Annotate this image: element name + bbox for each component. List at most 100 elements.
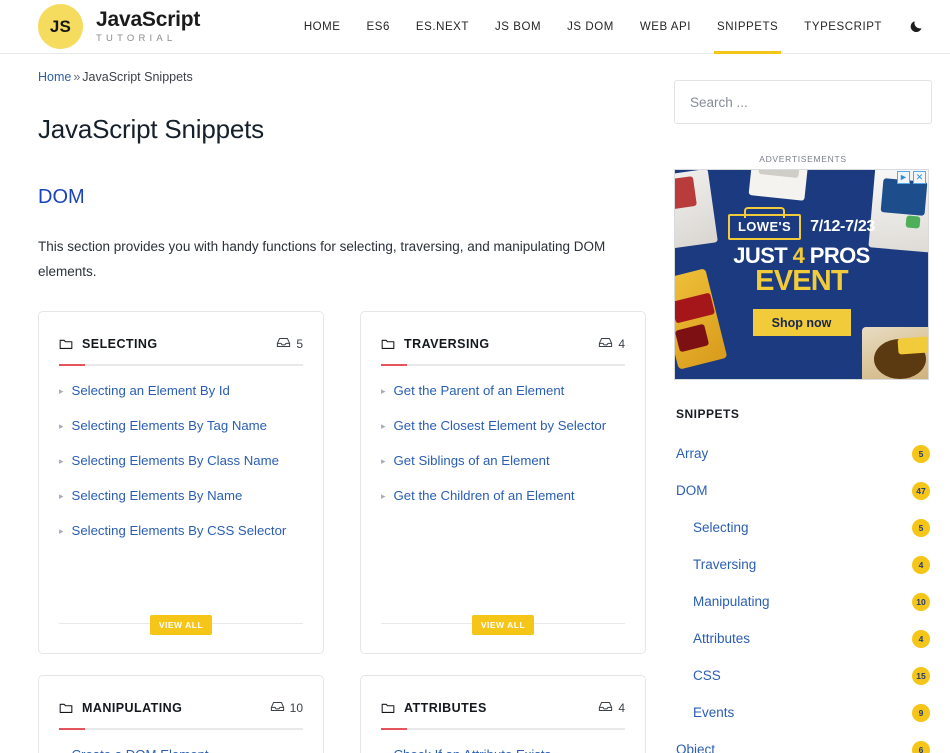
sidebar-item-label[interactable]: Object bbox=[676, 742, 912, 753]
sidebar-item-array[interactable]: Array 5 bbox=[674, 435, 932, 472]
sidebar-snippets-list: Array 5 DOM 47 Selecting 5 Traversing 4 … bbox=[674, 435, 932, 753]
card-count: 4 bbox=[598, 701, 625, 715]
snippet-link[interactable]: Get the Closest Element by Selector bbox=[394, 417, 607, 435]
ad-choices-controls: ► ✕ bbox=[897, 171, 926, 184]
sidebar-item-label[interactable]: Selecting bbox=[693, 520, 912, 535]
snippet-card-selecting: SELECTING 5 ▸ Selecting an Element By Id … bbox=[38, 310, 324, 654]
snippet-link[interactable]: Get the Parent of an Element bbox=[394, 382, 565, 400]
sidebar-item-dom[interactable]: DOM 47 bbox=[674, 472, 932, 509]
snippet-link[interactable]: Create a DOM Element bbox=[72, 746, 209, 753]
search-input[interactable] bbox=[674, 80, 932, 124]
inbox-icon bbox=[598, 337, 613, 351]
ad-shop-now-button[interactable]: Shop now bbox=[752, 309, 851, 336]
inbox-icon bbox=[276, 337, 291, 351]
sidebar-item-label[interactable]: Array bbox=[676, 446, 912, 461]
js-logo-badge: JS bbox=[38, 4, 83, 49]
nav-item-web-api[interactable]: WEB API bbox=[627, 0, 704, 53]
sidebar-item-events[interactable]: Events 9 bbox=[674, 694, 932, 731]
sidebar-item-traversing[interactable]: Traversing 4 bbox=[674, 546, 932, 583]
nav-item-es6[interactable]: ES6 bbox=[354, 0, 403, 53]
snippet-link[interactable]: Selecting Elements By Class Name bbox=[72, 452, 279, 470]
snippet-link[interactable]: Selecting Elements By Tag Name bbox=[72, 417, 267, 435]
snippet-card-grid: SELECTING 5 ▸ Selecting an Element By Id … bbox=[38, 310, 646, 753]
card-title: TRAVERSING bbox=[404, 336, 490, 351]
snippet-card-manipulating: MANIPULATING 10 ▸ Create a DOM Element bbox=[38, 674, 324, 753]
breadcrumb-home[interactable]: Home bbox=[38, 70, 71, 84]
sidebar-item-attributes[interactable]: Attributes 4 bbox=[674, 620, 932, 657]
count-badge: 9 bbox=[912, 703, 930, 722]
card-count-value: 5 bbox=[296, 336, 303, 351]
card-count: 10 bbox=[270, 701, 303, 715]
snippet-link[interactable]: Get Siblings of an Element bbox=[394, 452, 550, 470]
page-title: JavaScript Snippets bbox=[38, 114, 264, 144]
advertisement-banner[interactable]: ► ✕ LOWE'S 7/12-7/23 JUST 4 PROS EVENT S… bbox=[674, 169, 929, 380]
chevron-right-icon: ▸ bbox=[59, 746, 64, 753]
list-item: ▸ Selecting Elements By Class Name bbox=[59, 452, 303, 470]
brand-subtitle: TUTORIAL bbox=[96, 33, 177, 45]
nav-item-snippets[interactable]: SNIPPETS bbox=[704, 0, 791, 54]
nav-item-js-dom[interactable]: JS DOM bbox=[554, 0, 627, 53]
card-count-value: 4 bbox=[618, 700, 625, 715]
sidebar-item-selecting[interactable]: Selecting 5 bbox=[674, 509, 932, 546]
sidebar-item-label[interactable]: Attributes bbox=[693, 631, 912, 646]
close-icon[interactable]: ✕ bbox=[913, 171, 926, 184]
ad-content: LOWE'S 7/12-7/23 JUST 4 PROS EVENT Shop … bbox=[675, 207, 928, 336]
snippet-card-traversing: TRAVERSING 4 ▸ Get the Parent of an Eleme… bbox=[360, 310, 646, 654]
snippet-link[interactable]: Selecting an Element By Id bbox=[72, 382, 230, 400]
card-title: MANIPULATING bbox=[82, 700, 183, 715]
view-all-row: VIEW ALL bbox=[379, 605, 627, 641]
nav-item-js-bom[interactable]: JS BOM bbox=[482, 0, 554, 53]
card-divider bbox=[59, 727, 303, 730]
inbox-icon bbox=[598, 701, 613, 715]
sidebar-item-manipulating[interactable]: Manipulating 10 bbox=[674, 583, 932, 620]
snippet-link[interactable]: Get the Children of an Element bbox=[394, 487, 575, 505]
count-badge: 5 bbox=[912, 444, 930, 463]
site-logo[interactable]: JS JavaScript TUTORIAL bbox=[38, 4, 200, 49]
breadcrumb-separator: » bbox=[73, 70, 81, 84]
sidebar-item-object[interactable]: Object 6 bbox=[674, 731, 932, 753]
nav-item-home[interactable]: HOME bbox=[291, 0, 354, 53]
card-divider bbox=[381, 363, 625, 366]
view-all-button[interactable]: VIEW ALL bbox=[471, 614, 535, 635]
card-header: ATTRIBUTES 4 bbox=[379, 694, 627, 715]
moon-icon[interactable] bbox=[909, 19, 924, 34]
card-divider bbox=[381, 727, 625, 730]
nav-item-esnext[interactable]: ES.NEXT bbox=[403, 0, 482, 53]
card-divider bbox=[59, 363, 303, 366]
sidebar: ADVERTISEMENTS ► ✕ LOWE'S 7/12-7/23 bbox=[674, 54, 932, 753]
count-badge: 4 bbox=[912, 555, 930, 574]
folder-icon bbox=[381, 337, 395, 350]
snippet-card-attributes: ATTRIBUTES 4 ▸ Check If an Attribute Exis… bbox=[360, 674, 646, 753]
list-item: ▸ Get the Parent of an Element bbox=[381, 382, 625, 400]
inbox-icon bbox=[270, 701, 285, 715]
lowes-logo: LOWE'S bbox=[727, 207, 802, 240]
sidebar-item-label[interactable]: CSS bbox=[693, 668, 912, 683]
chevron-right-icon: ▸ bbox=[59, 525, 64, 536]
list-item: ▸ Selecting an Element By Id bbox=[59, 382, 303, 400]
sidebar-item-label[interactable]: Manipulating bbox=[693, 594, 912, 609]
view-all-row: VIEW ALL bbox=[57, 605, 305, 641]
card-count-value: 10 bbox=[289, 700, 303, 715]
sidebar-item-label[interactable]: DOM bbox=[676, 483, 912, 498]
sidebar-item-css[interactable]: CSS 15 bbox=[674, 657, 932, 694]
page-body: Home» JavaScript Snippets JavaScript Snip… bbox=[0, 54, 950, 753]
nav-item-typescript[interactable]: TYPESCRIPT bbox=[791, 0, 895, 53]
adchoices-icon[interactable]: ► bbox=[897, 171, 910, 184]
list-item: ▸ Get Siblings of an Element bbox=[381, 452, 625, 470]
snippet-link[interactable]: Selecting Elements By CSS Selector bbox=[72, 522, 287, 540]
chevron-right-icon: ▸ bbox=[59, 490, 64, 501]
list-item: ▸ Selecting Elements By Name bbox=[59, 487, 303, 505]
card-count-value: 4 bbox=[618, 336, 625, 351]
ad-dates: 7/12-7/23 bbox=[810, 218, 876, 235]
view-all-button[interactable]: VIEW ALL bbox=[149, 614, 213, 635]
sidebar-item-label[interactable]: Traversing bbox=[693, 557, 912, 572]
card-item-list: ▸ Selecting an Element By Id ▸ Selecting E… bbox=[57, 366, 305, 605]
sidebar-item-label[interactable]: Events bbox=[693, 705, 912, 720]
snippet-link[interactable]: Check If an Attribute Exists bbox=[394, 746, 552, 753]
chevron-right-icon: ▸ bbox=[59, 385, 64, 396]
card-header: SELECTING 5 bbox=[57, 330, 305, 351]
breadcrumb-current: JavaScript Snippets bbox=[82, 70, 193, 84]
snippet-link[interactable]: Selecting Elements By Name bbox=[72, 487, 243, 505]
chevron-right-icon: ▸ bbox=[381, 490, 386, 501]
brand-title: JavaScript bbox=[96, 8, 201, 32]
